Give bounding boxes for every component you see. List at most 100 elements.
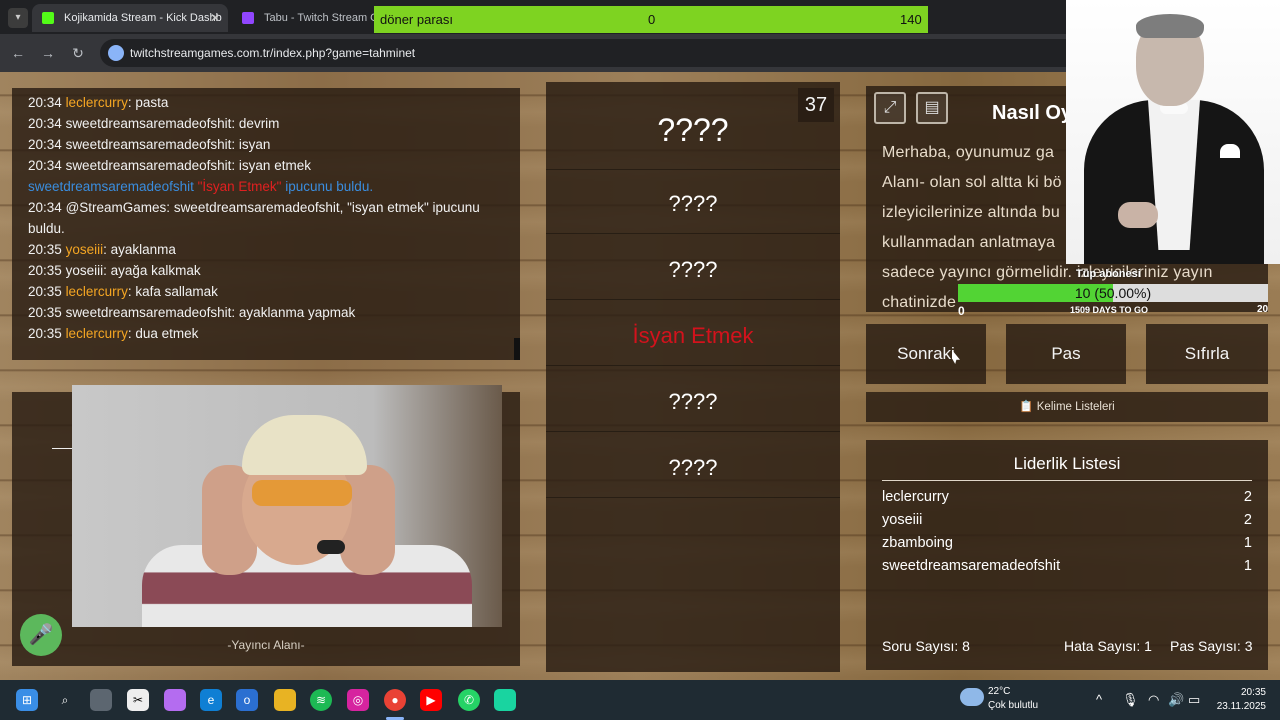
webcam-video bbox=[72, 385, 502, 627]
chrome-icon[interactable]: ● bbox=[384, 689, 406, 711]
chat-time: 20:34 bbox=[28, 200, 62, 215]
sub-goal-min: 0 bbox=[958, 304, 965, 318]
chat-time: 20:34 bbox=[28, 95, 62, 110]
spotify-icon[interactable]: ≋ bbox=[310, 689, 332, 711]
tab-tabu[interactable]: Tabu - Twitch Stream Gam bbox=[232, 4, 382, 32]
microphone-icon[interactable]: 🎙 bbox=[1122, 692, 1139, 708]
question-count: Soru Sayısı: 8 bbox=[882, 638, 970, 654]
chat-username: yoseiii bbox=[65, 242, 104, 257]
chat-text: isyan bbox=[238, 137, 271, 152]
leaderboard-row: zbamboing 1 bbox=[882, 535, 1252, 551]
file-explorer-icon[interactable] bbox=[274, 689, 296, 711]
taskbar: ⊞ ⌕ ✂ e o ≋ ◎ ● ▶ ✆ bbox=[0, 680, 1280, 720]
leaderboard-name: sweetdreamsaremadeofshit bbox=[882, 558, 1061, 574]
url-input[interactable]: twitchstreamgames.com.tr/index.php?game=… bbox=[100, 39, 1080, 67]
tab-kick-dashboard[interactable]: Kojikamida Stream - Kick Dashb ✕ bbox=[32, 4, 228, 32]
divider bbox=[52, 448, 72, 449]
capcut-icon[interactable]: ✂ bbox=[127, 689, 149, 711]
chat-message: 20:35 yoseiii: ayağa kalkmak bbox=[28, 263, 201, 278]
fullscreen-icon[interactable]: ⤢ bbox=[874, 92, 906, 124]
how-to-play-title: Nasıl Oy bbox=[992, 102, 1073, 124]
forward-icon[interactable]: → bbox=[38, 43, 58, 63]
chat-username: sweetdreamsaremadeofshit bbox=[65, 116, 232, 131]
leaderboard-score: 2 bbox=[1243, 512, 1252, 528]
leaderboard-name: yoseiii bbox=[882, 512, 923, 528]
hint-word: ???? bbox=[546, 372, 840, 432]
next-button[interactable]: Sonraki bbox=[866, 324, 986, 384]
leaderboard-name: leclercurry bbox=[882, 489, 949, 505]
divider bbox=[882, 480, 1252, 481]
chat-time: 20:35 bbox=[28, 326, 62, 341]
list-icon: 📋 bbox=[1019, 401, 1034, 413]
wifi-icon[interactable]: ◠ bbox=[1148, 692, 1159, 708]
sub-goal-text: 10 (50.00%) bbox=[1074, 285, 1152, 301]
chat-panel: 20:34 leclercurry: pasta 20:34 sweetdream… bbox=[12, 88, 520, 360]
chat-time: 20:35 bbox=[28, 263, 62, 278]
close-icon[interactable]: ✕ bbox=[210, 4, 220, 32]
reload-icon[interactable]: ↻ bbox=[68, 43, 88, 63]
hint-word: ???? bbox=[546, 174, 840, 234]
battery-icon[interactable]: ▭ bbox=[1188, 692, 1200, 708]
chat-message: 20:35 yoseiii: ayaklanma bbox=[28, 242, 176, 257]
edge-icon[interactable]: e bbox=[200, 689, 222, 711]
outlook-icon[interactable]: o bbox=[236, 689, 258, 711]
weather-icon[interactable] bbox=[960, 688, 984, 706]
tab-label: Tabu - Twitch Stream Gam bbox=[264, 12, 382, 24]
chat-found-word: "İsyan Etmek" bbox=[197, 179, 282, 194]
back-icon[interactable]: ← bbox=[8, 43, 28, 63]
windows-start-icon[interactable]: ⊞ bbox=[16, 689, 38, 711]
chat-text: ayağa kalkmak bbox=[110, 263, 201, 278]
chat-message: 20:34 leclercurry: pasta bbox=[28, 95, 169, 110]
donation-goal-target: 140 bbox=[900, 12, 922, 27]
chat-text: devrim bbox=[238, 116, 280, 131]
document-icon[interactable]: ▤ bbox=[916, 92, 948, 124]
chat-text: ayaklanma yapmak bbox=[238, 305, 356, 320]
leaderboard-panel bbox=[866, 440, 1268, 670]
error-count: Hata Sayısı: 1 bbox=[1064, 638, 1152, 654]
leaderboard-score: 2 bbox=[1243, 489, 1252, 505]
chat-text: ayaklanma bbox=[110, 242, 176, 257]
streamer-area-label: -Yayıncı Alanı- bbox=[227, 638, 305, 652]
twitch-icon bbox=[242, 12, 254, 24]
target-word: ???? bbox=[546, 98, 840, 170]
pass-count: Pas Sayısı: 3 bbox=[1170, 638, 1253, 654]
instagram-icon[interactable]: ◎ bbox=[347, 689, 369, 711]
chat-time: 20:34 bbox=[28, 116, 62, 131]
leaderboard-score: 1 bbox=[1243, 558, 1252, 574]
reset-button[interactable]: Sıfırla bbox=[1146, 324, 1268, 384]
chat-scrollbar[interactable] bbox=[514, 338, 520, 360]
site-info-icon[interactable] bbox=[108, 45, 124, 61]
chat-message: 20:35 sweetdreamsaremadeofshit: ayaklanm… bbox=[28, 305, 356, 320]
leaderboard-score: 1 bbox=[1243, 535, 1252, 551]
donation-goal-label: döner parası bbox=[380, 12, 453, 27]
chevron-up-icon[interactable]: ^ bbox=[1096, 692, 1102, 707]
chat-message: 20:34 sweetdreamsaremadeofshit: isyan bbox=[28, 137, 271, 152]
chat-username: @StreamGames bbox=[65, 200, 167, 215]
chat-text: dua etmek bbox=[135, 326, 199, 341]
system-clock[interactable]: 20:35 23.11.2025 bbox=[1200, 686, 1266, 714]
tab-search-icon[interactable]: ▾ bbox=[8, 8, 28, 28]
app-icon[interactable] bbox=[494, 689, 516, 711]
pass-button[interactable]: Pas bbox=[1006, 324, 1126, 384]
donation-goal-bar: döner parası 0 140 bbox=[374, 6, 928, 33]
chat-username: leclercurry bbox=[65, 95, 128, 110]
whatsapp-icon[interactable]: ✆ bbox=[458, 689, 480, 711]
chat-username: leclercurry bbox=[65, 284, 128, 299]
leaderboard-row: yoseiii 2 bbox=[882, 512, 1252, 528]
search-icon[interactable]: ⌕ bbox=[54, 689, 76, 711]
copilot-icon[interactable] bbox=[164, 689, 186, 711]
sub-goal-bar: 10 (50.00%) bbox=[958, 284, 1268, 302]
youtube-icon[interactable]: ▶ bbox=[420, 689, 442, 711]
hint-word: ???? bbox=[546, 240, 840, 300]
task-view-icon[interactable] bbox=[90, 689, 112, 711]
word-lists-button[interactable]: 📋 Kelime Listeleri bbox=[866, 392, 1268, 422]
chat-text: kafa sallamak bbox=[135, 284, 218, 299]
chat-time: 20:34 bbox=[28, 137, 62, 152]
weather-description: Çok bulutlu bbox=[988, 700, 1039, 711]
chat-message: 20:34 @StreamGames: sweetdreamsaremadeof… bbox=[28, 200, 480, 236]
volume-icon[interactable]: 🔊 bbox=[1168, 692, 1184, 708]
microphone-button[interactable]: 🎤 bbox=[20, 614, 62, 656]
kick-icon bbox=[42, 12, 54, 24]
chat-message: 20:35 leclercurry: kafa sallamak bbox=[28, 284, 218, 299]
donation-goal-current: 0 bbox=[648, 12, 656, 27]
